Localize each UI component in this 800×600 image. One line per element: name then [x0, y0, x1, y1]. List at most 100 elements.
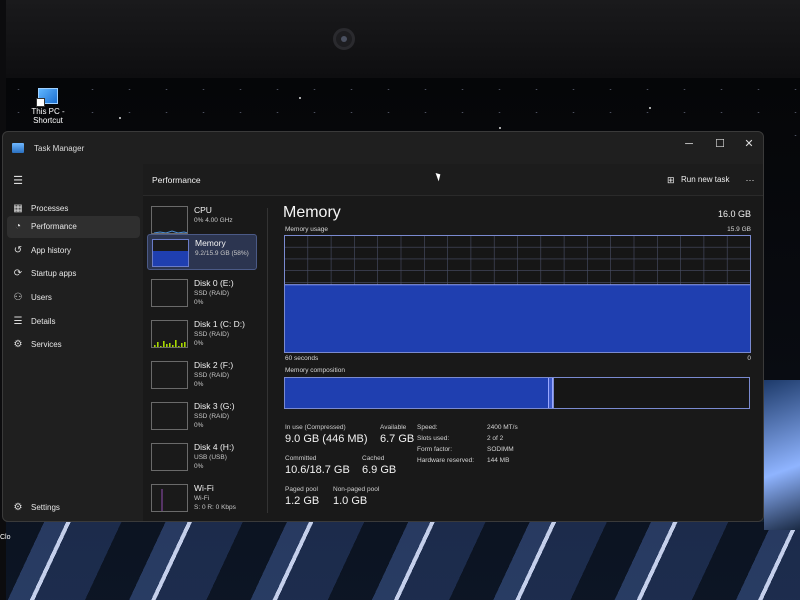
graph-time-label: 60 seconds — [285, 355, 319, 362]
stat-paged-pool-value: 1.2 GB — [285, 495, 320, 507]
device-sub: USB (USB) — [194, 454, 227, 461]
stat-cached-label: Cached — [362, 455, 385, 462]
desktop-icon-label: This PC - Shortcut — [31, 107, 65, 125]
device-sub: SSD (RAID) — [194, 413, 230, 420]
memory-usage-label: Memory usage — [285, 226, 328, 233]
device-thumbnail — [151, 484, 188, 512]
desktop-icon-partial[interactable]: Clo — [0, 534, 14, 562]
stat-available-label: Available — [380, 424, 407, 431]
device-thumbnail — [151, 206, 188, 234]
device-thumbnail — [151, 279, 188, 307]
spec-value: SODIMM — [487, 446, 514, 453]
device-thumbnail — [151, 402, 188, 430]
run-new-task-button[interactable]: ⊞ Run new task — [665, 171, 731, 189]
sidebar-item-performance[interactable]: ◔ Performance — [7, 216, 140, 238]
sidebar-item-services[interactable]: ⚙ Services — [7, 334, 140, 356]
spec-value: 2400 MT/s — [487, 424, 518, 431]
device-name: Disk 2 (F:) — [194, 360, 234, 370]
details-icon: ☰ — [13, 316, 23, 327]
stat-non-paged-pool-label: Non-paged pool — [333, 486, 380, 493]
page-title: Performance — [152, 175, 201, 185]
sidebar-item-label: Startup apps — [31, 269, 77, 278]
sidebar-item-users[interactable]: ⚇ Users — [7, 287, 140, 309]
laptop-bezel — [0, 0, 800, 78]
window-title: Task Manager — [34, 144, 85, 153]
stat-non-paged-pool-value: 1.0 GB — [333, 495, 368, 507]
memory-usage-graph — [284, 235, 751, 353]
webcam — [333, 28, 355, 50]
wallpaper-bottom — [0, 522, 800, 600]
device-sub: 0% 4.00 GHz — [194, 217, 233, 224]
more-options-button[interactable]: ⋯ — [741, 171, 759, 189]
settings-icon: ⚙ — [13, 502, 23, 513]
wallpaper-planet-edge — [764, 380, 800, 530]
sidebar-item-app-history[interactable]: ↺ App history — [7, 240, 140, 262]
device-thumbnail — [152, 239, 189, 267]
task-manager-app-icon — [12, 143, 24, 153]
sidebar-item-label: Details — [31, 317, 56, 326]
device-item-disk-1-c-d[interactable]: Disk 1 (C: D:) SSD (RAID) 0% — [147, 316, 257, 352]
memory-title: Memory — [283, 204, 341, 221]
device-thumbnail — [151, 320, 188, 348]
device-thumbnail — [151, 443, 188, 471]
hamburger-icon[interactable]: ☰ — [12, 175, 24, 187]
device-item-memory[interactable]: Memory 9.2/15.9 GB (58%) — [147, 234, 257, 270]
device-thumbnail — [151, 361, 188, 389]
spec-key: Form factor: — [417, 446, 453, 453]
device-name: CPU — [194, 205, 212, 215]
stat-cached-value: 6.9 GB — [362, 464, 397, 476]
device-name: Disk 1 (C: D:) — [194, 319, 245, 329]
stat-committed-label: Committed — [285, 455, 317, 462]
title-bar[interactable]: Task Manager ─ ☐ ✕ — [3, 132, 763, 166]
device-item-wi-fi[interactable]: Wi-Fi Wi-Fi S: 0 R: 0 Kbps — [147, 480, 257, 516]
stat-available: Available 6.7 GB — [380, 424, 414, 445]
device-sub: 9.2/15.9 GB (58%) — [195, 250, 249, 257]
device-name: Disk 0 (E:) — [194, 278, 234, 288]
main-panel: Performance ⊞ Run new task ⋯ CPU 0% 4.00 … — [143, 164, 763, 521]
sidebar-item-label: Services — [31, 340, 62, 349]
spec-key: Hardware reserved: — [417, 457, 475, 464]
processes-icon: ▦ — [13, 203, 23, 214]
memory-total: 16.0 GB — [717, 209, 751, 219]
device-item-disk-4-h[interactable]: Disk 4 (H:) USB (USB) 0% — [147, 439, 257, 475]
sidebar-item-label: Users — [31, 293, 52, 302]
desktop-icon-this-pc[interactable]: This PC - Shortcut — [26, 88, 70, 125]
this-pc-shortcut-icon — [36, 88, 58, 107]
device-sub: SSD (RAID) — [194, 290, 230, 297]
device-item-disk-2-f[interactable]: Disk 2 (F:) SSD (RAID) 0% — [147, 357, 257, 393]
sidebar-item-label: Settings — [31, 503, 60, 512]
device-name: Memory — [195, 238, 226, 248]
device-val: S: 0 R: 0 Kbps — [194, 504, 236, 511]
desktop-partial-label: Clo — [0, 534, 11, 541]
maximize-button[interactable]: ☐ — [706, 135, 734, 155]
sidebar-item-label: Performance — [31, 222, 77, 231]
device-name: Wi-Fi — [194, 483, 214, 493]
memory-composition-label: Memory composition — [285, 367, 345, 374]
composition-standby — [553, 378, 749, 408]
sidebar-item-startup-apps[interactable]: ⟳ Startup apps — [7, 263, 140, 285]
task-manager-window: Task Manager ─ ☐ ✕ ☰ ▦ Processes ◔ Performa… — [2, 131, 764, 522]
stat-cached: Cached 6.9 GB — [362, 455, 396, 476]
minimize-button[interactable]: ─ — [675, 135, 703, 155]
users-icon: ⚇ — [13, 292, 23, 303]
stat-committed: Committed 10.6/18.7 GB — [285, 455, 350, 476]
stat-in-use-value: 9.0 GB (446 MB) — [285, 433, 368, 445]
stat-non-paged-pool: Non-paged pool 1.0 GB — [333, 486, 379, 507]
memory-usage-max: 15.9 GB — [727, 226, 751, 233]
spec-key: Slots used: — [417, 435, 450, 442]
spec-key: Speed: — [417, 424, 438, 431]
stat-paged-pool: Paged pool 1.2 GB — [285, 486, 319, 507]
device-sub: SSD (RAID) — [194, 372, 230, 379]
stat-committed-value: 10.6/18.7 GB — [285, 464, 350, 476]
stat-paged-pool-label: Paged pool — [285, 486, 318, 493]
spec-value: 2 of 2 — [487, 435, 504, 442]
wallpaper-stars — [0, 78, 800, 138]
device-val: 0% — [194, 340, 204, 347]
close-button[interactable]: ✕ — [735, 135, 763, 155]
device-item-disk-0-e[interactable]: Disk 0 (E:) SSD (RAID) 0% — [147, 275, 257, 311]
device-item-cpu[interactable]: CPU 0% 4.00 GHz — [147, 202, 257, 238]
device-sub: SSD (RAID) — [194, 331, 230, 338]
sidebar-item-settings[interactable]: ⚙ Settings — [7, 497, 140, 519]
sidebar-item-details[interactable]: ☰ Details — [7, 311, 140, 333]
device-item-disk-3-g[interactable]: Disk 3 (G:) SSD (RAID) 0% — [147, 398, 257, 434]
